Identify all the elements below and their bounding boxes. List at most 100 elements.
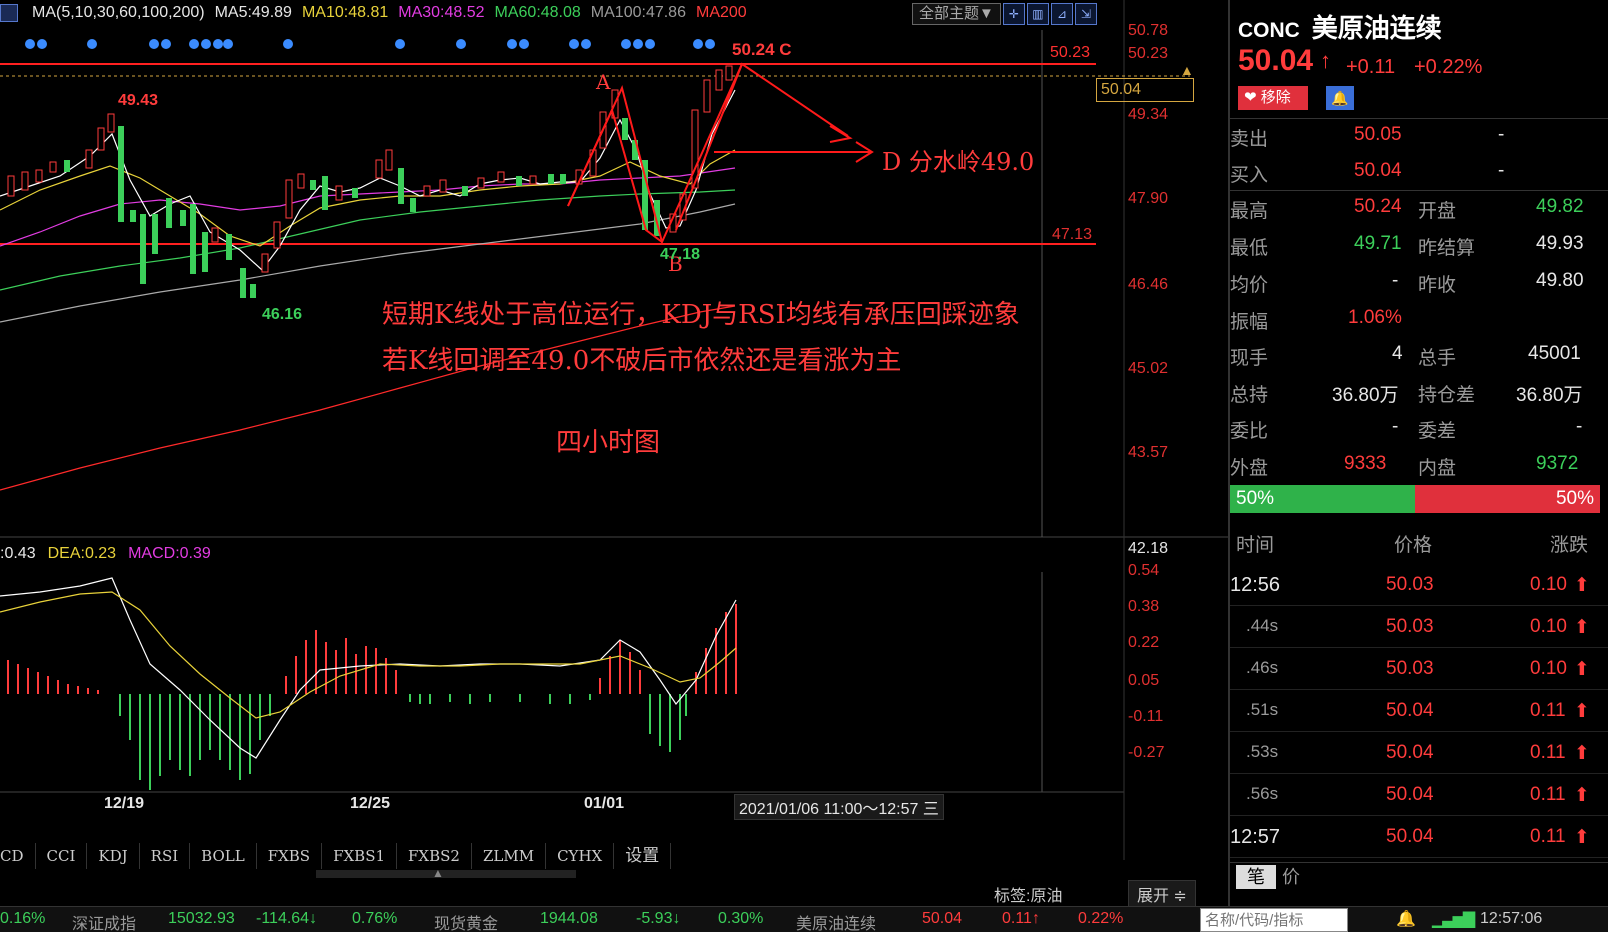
- buy-sell-ratio-bar: 50% 50%: [1230, 485, 1600, 513]
- ma100-label: MA100:47.86: [590, 4, 686, 21]
- axis-label-resistance: 50.23: [1128, 45, 1169, 62]
- bell-icon[interactable]: 🔔: [1396, 909, 1416, 929]
- ticker-change: 0.11↑: [1002, 910, 1040, 927]
- ask-price: 50.05: [1354, 124, 1402, 145]
- tab-boll[interactable]: BOLL: [190, 843, 257, 869]
- scrollbar[interactable]: [316, 870, 576, 878]
- x-axis-label: 12/19: [104, 795, 145, 812]
- stat-row: 总持 36.80万 持仓差 36.80万: [1230, 380, 1608, 416]
- tab-settings[interactable]: 设置: [614, 843, 672, 869]
- bottom-ticker-bar: 0.16% 深证成指 15032.93 -114.64↓ 0.76% 现货黄金 …: [0, 906, 1608, 932]
- ma200-line: [0, 305, 736, 491]
- tab-price-levels[interactable]: 价: [1282, 865, 1300, 889]
- ticker-change: -5.93↓: [636, 910, 681, 927]
- outer-value: 9333: [1344, 453, 1387, 474]
- macd-value-label: MACD:0.39: [128, 545, 211, 562]
- bell-icon: 🔔: [1331, 90, 1349, 106]
- order-diff-label: 委差: [1418, 421, 1457, 442]
- sell-ratio-label: 50%: [1555, 488, 1594, 509]
- divider: [1230, 190, 1608, 191]
- axis-label: 45.02: [1128, 360, 1169, 377]
- trade-time: .51s: [1246, 700, 1279, 719]
- kline-chart-area[interactable]: MA(5,10,30,60,100,200) MA5:49.89 MA10:48…: [0, 0, 1228, 860]
- resistance-label: 50.23: [1050, 44, 1091, 61]
- up-arrow-icon: ⬆: [1574, 617, 1590, 638]
- chart-draw-icon[interactable]: ⊿: [1050, 3, 1073, 25]
- ticker-name[interactable]: 现货黄金: [434, 910, 498, 932]
- theme-dropdown[interactable]: 全部主题▼: [912, 3, 1001, 25]
- order-ratio-value: -: [1392, 416, 1399, 437]
- ticker-pct: 0.16%: [0, 910, 46, 927]
- ma-legend: MA(5,10,30,60,100,200) MA5:49.89 MA10:48…: [0, 4, 747, 26]
- tab-kdj[interactable]: KDJ: [87, 843, 140, 869]
- ma10-line: [0, 149, 736, 247]
- avg-value: -: [1392, 270, 1399, 291]
- up-arrow-icon: ⬆: [1574, 827, 1590, 848]
- trades-tabs: 笔 价: [1230, 862, 1608, 906]
- inner-label: 内盘: [1418, 458, 1457, 479]
- macd-legend: :0.43 DEA:0.23 MACD:0.39: [0, 545, 211, 563]
- tab-cyhx[interactable]: CYHX: [546, 843, 615, 869]
- heart-icon: ❤: [1244, 89, 1257, 106]
- trades-list: 12:56 50.03 0.10 ⬆ .44s 50.03 0.10 ⬆ .46…: [1230, 564, 1608, 864]
- cur-vol-label: 现手: [1230, 348, 1269, 369]
- last-price: 50.04: [1238, 44, 1314, 77]
- ma-title: MA(5,10,30,60,100,200): [32, 4, 205, 21]
- export-icon[interactable]: ⇲: [1074, 3, 1097, 25]
- point-a-label: A: [596, 70, 611, 94]
- alert-bell-button[interactable]: 🔔: [1326, 86, 1354, 110]
- trade-change: 0.11: [1530, 700, 1566, 721]
- tab-zlmm[interactable]: ZLMM: [472, 843, 547, 869]
- tab-fxbs[interactable]: FXBS: [257, 843, 323, 869]
- high-value: 50.24: [1354, 196, 1402, 217]
- trade-price: 50.04: [1386, 742, 1434, 763]
- up-arrow-icon: ⬆: [1574, 743, 1590, 764]
- symbol-code: CONC: [1238, 19, 1300, 42]
- up-arrow-icon: ⬆: [1574, 785, 1590, 806]
- stat-row: 振幅 1.06%: [1230, 307, 1608, 343]
- trade-change: 0.11: [1530, 784, 1566, 805]
- trade-row: .53s 50.04 0.11 ⬆: [1230, 732, 1608, 774]
- open-value: 49.82: [1536, 196, 1584, 217]
- stat-row: 外盘 9333 内盘 9372: [1230, 453, 1608, 489]
- trade-time: .46s: [1246, 658, 1279, 677]
- cur-vol-value: 4: [1392, 343, 1403, 364]
- trade-price: 50.04: [1386, 826, 1434, 847]
- search-input[interactable]: [1200, 908, 1348, 932]
- remove-button[interactable]: ❤ 移除: [1238, 86, 1308, 110]
- tab-cci[interactable]: CCI: [36, 843, 88, 869]
- low-label: 46.16: [262, 306, 303, 323]
- trade-row: 12:56 50.03 0.10 ⬆: [1230, 564, 1608, 606]
- c-arrow-head: [829, 125, 853, 143]
- tag-label: 标签:原油: [994, 888, 1063, 905]
- point-c-label: 50.24 C: [732, 40, 792, 59]
- trade-price: 50.04: [1386, 700, 1434, 721]
- expand-button[interactable]: 展开 ≑: [1128, 880, 1196, 908]
- trade-time: .53s: [1246, 742, 1279, 761]
- indicator-tabs: CD CCI KDJ RSI BOLL FXBS FXBS1 FXBS2 ZLM…: [0, 843, 672, 869]
- order-ratio-label: 委比: [1230, 421, 1269, 442]
- price-axis: 50.78 50.23 50.04 49.34 47.90 47.13 46.4…: [1052, 0, 1228, 860]
- trade-time: .44s: [1246, 616, 1279, 635]
- b-price-label: 47.18: [660, 246, 701, 263]
- trade-row: .46s 50.03 0.10 ⬆: [1230, 648, 1608, 690]
- ticker-name[interactable]: 深证成指: [72, 910, 136, 932]
- prev-close-label: 昨收: [1418, 275, 1457, 296]
- tab-rsi[interactable]: RSI: [140, 843, 191, 869]
- total-vol-value: 45001: [1528, 343, 1581, 364]
- chart-toolbar: 全部主题▼ ✛ ▥ ⊿ ⇲: [912, 3, 1097, 25]
- split-panel-icon[interactable]: ▥: [1026, 3, 1049, 25]
- ticker-name[interactable]: 美原油连续: [796, 910, 876, 932]
- crosshair-icon[interactable]: ✛: [1002, 3, 1025, 25]
- ask-row: 卖出 50.05 -: [1230, 124, 1608, 160]
- tab-fxbs1[interactable]: FXBS1: [322, 843, 398, 869]
- ma30-label: MA30:48.52: [398, 4, 485, 21]
- high-label: 最高: [1230, 201, 1269, 222]
- tab-macd[interactable]: CD: [0, 843, 36, 869]
- trade-price: 50.03: [1386, 658, 1434, 679]
- quote-panel: CONC 美原油连续 50.04 ↑ +0.11 +0.22% ❤ 移除 🔔 卖…: [1228, 0, 1608, 906]
- chart-type-icon[interactable]: [0, 4, 18, 22]
- low-label: 最低: [1230, 238, 1269, 259]
- ticker-pct: 0.22%: [1078, 910, 1124, 927]
- tab-ticks[interactable]: 笔: [1236, 865, 1276, 889]
